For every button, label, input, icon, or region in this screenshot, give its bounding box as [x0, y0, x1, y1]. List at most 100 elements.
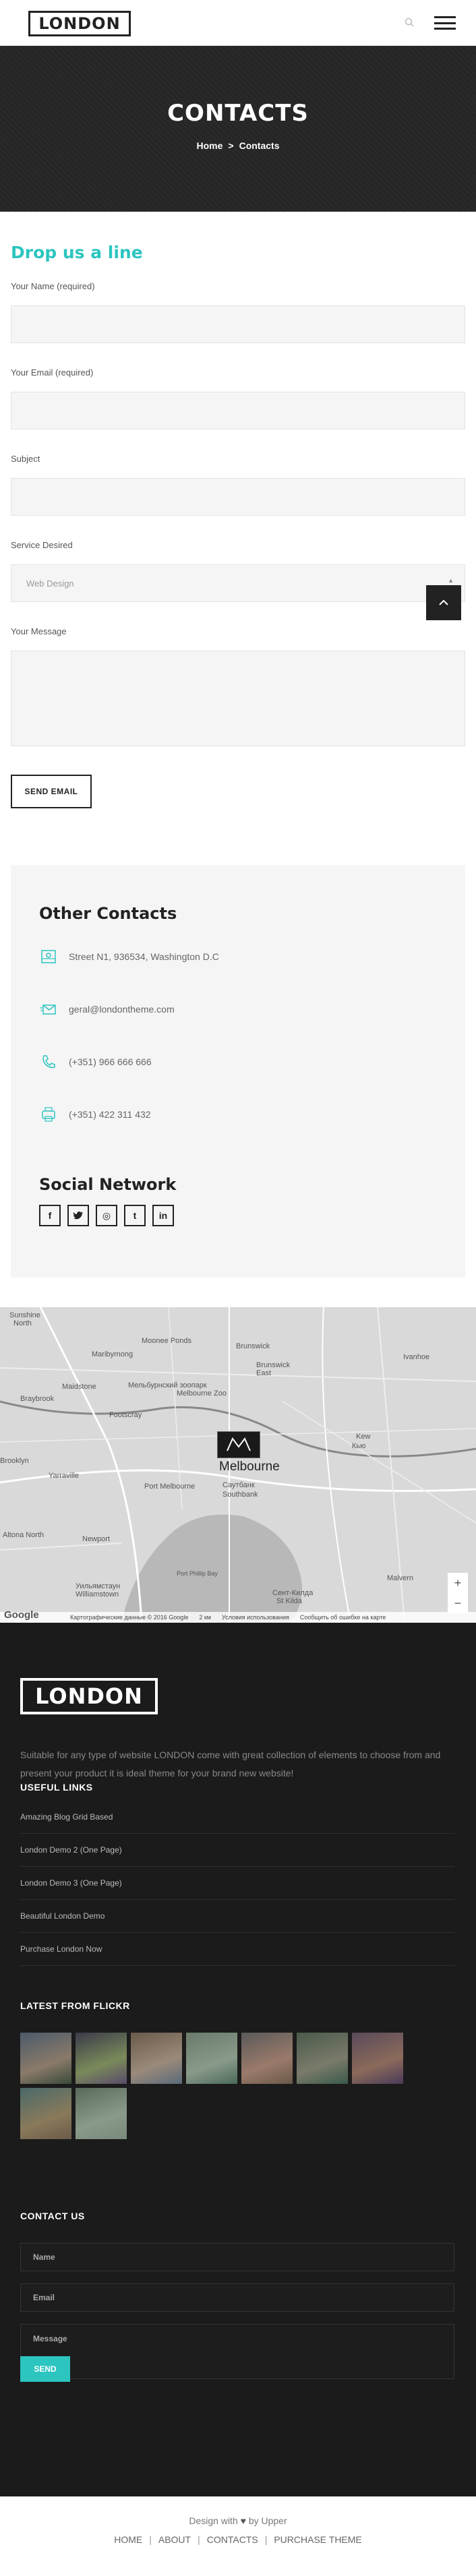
footer-link[interactable]: Purchase London Now [20, 1933, 454, 1966]
bottom-nav-contacts[interactable]: CONTACTS [207, 2534, 258, 2545]
useful-links-title: USEFUL LINKS [20, 1782, 93, 1793]
map-label: Sunshine [9, 1311, 40, 1319]
footer-logo-text: LONDON [35, 1683, 143, 1709]
map-label: Мельбурнский зоопарк [128, 1381, 207, 1389]
map-report-link[interactable]: Сообщить об ошибке на карте [300, 1614, 386, 1621]
phone-text[interactable]: (+351) 966 666 666 [69, 1056, 152, 1067]
map-label: Brooklyn [0, 1457, 29, 1465]
flickr-photo[interactable] [76, 2033, 127, 2084]
message-textarea[interactable] [11, 651, 465, 746]
flickr-title: LATEST FROM FLICKR [20, 2000, 130, 2011]
flickr-photo[interactable] [297, 2033, 348, 2084]
map-label: North [13, 1319, 32, 1327]
bottom-nav-purchase[interactable]: PURCHASE THEME [274, 2534, 361, 2545]
service-select[interactable]: Web Design ▲▼ [11, 564, 465, 602]
phone-icon [42, 1055, 55, 1069]
map-label: Port Melbourne [144, 1482, 196, 1491]
footer-email-input[interactable]: Email [20, 2283, 454, 2312]
search-icon[interactable] [405, 18, 414, 27]
bottom-nav-about[interactable]: ABOUT [158, 2534, 191, 2545]
footer-logo[interactable]: LONDON [20, 1678, 158, 1714]
map-city-label: Melbourne [219, 1460, 280, 1474]
tumblr-icon[interactable]: t [124, 1205, 146, 1226]
subject-input[interactable] [11, 478, 465, 516]
facebook-icon[interactable]: f [39, 1205, 61, 1226]
back-to-top-button[interactable] [426, 585, 461, 620]
zoom-in-button[interactable]: + [448, 1573, 468, 1593]
map-data-credit: Картографические данные © 2016 Google [70, 1614, 189, 1621]
fax-icon [42, 1107, 55, 1122]
flickr-photo[interactable] [76, 2088, 127, 2139]
chevron-up-icon [439, 599, 448, 605]
breadcrumb: Home > Contacts [0, 140, 476, 151]
map-label: Саутбанк [222, 1481, 255, 1489]
page-title: CONTACTS [167, 100, 309, 127]
map-label: Braybrook [20, 1395, 55, 1403]
flickr-gallery [20, 2033, 411, 2139]
breadcrumb-home[interactable]: Home [197, 140, 223, 151]
bottom-bar: Design with ♥ by Upper HOME | ABOUT | CONTAC… [0, 2496, 476, 2576]
dribbble-icon[interactable]: ◎ [96, 1205, 117, 1226]
form-title: Drop us a line [11, 243, 143, 262]
other-contacts-title: Other Contacts [39, 904, 177, 923]
heart-icon: ♥ [240, 2515, 246, 2526]
service-label: Service Desired [11, 540, 73, 550]
flickr-photo[interactable] [241, 2033, 293, 2084]
footer-name-input[interactable]: Name [20, 2243, 454, 2271]
map-label: Melbourne Zoo [177, 1389, 227, 1398]
zoom-out-button[interactable]: − [448, 1593, 468, 1613]
contact-us-title: CONTACT US [20, 2211, 85, 2221]
contact-form: Drop us a line Your Name (required) Your… [0, 212, 476, 808]
site-logo[interactable]: LONDON [28, 11, 131, 36]
footer-send-button[interactable]: SEND [20, 2356, 70, 2382]
map-label: Maidstone [62, 1383, 96, 1391]
map-label: Yarraville [49, 1472, 80, 1480]
map-label: Brunswick [236, 1342, 270, 1350]
breadcrumb-current: Contacts [239, 140, 280, 151]
bottom-nav-home[interactable]: HOME [114, 2534, 142, 2545]
flickr-photo[interactable] [352, 2033, 403, 2084]
map-label: Moonee Ponds [142, 1337, 191, 1345]
footer-link[interactable]: Amazing Blog Grid Based [20, 1801, 454, 1834]
map-label: Brunswick East [256, 1361, 291, 1377]
flickr-photo[interactable] [186, 2033, 237, 2084]
name-label: Your Name (required) [11, 281, 95, 291]
name-input[interactable] [11, 305, 465, 343]
twitter-icon[interactable] [67, 1205, 89, 1226]
phone-row: (+351) 966 666 666 [39, 1051, 437, 1073]
map-location-icon [41, 950, 56, 963]
social-network-title: Social Network [39, 1175, 177, 1194]
flickr-photo[interactable] [131, 2033, 182, 2084]
map-label: Footscray [109, 1411, 142, 1419]
map-marker[interactable] [217, 1431, 260, 1458]
email-row: geral@londontheme.com [39, 998, 437, 1020]
hamburger-menu-icon[interactable] [434, 16, 456, 30]
map-label: St Kilda [276, 1597, 302, 1605]
map-label: Williamstown [76, 1590, 119, 1598]
linkedin-icon[interactable]: in [152, 1205, 174, 1226]
useful-links-list: Amazing Blog Grid Based London Demo 2 (O… [20, 1801, 454, 1966]
email-input[interactable] [11, 392, 465, 429]
map-label: Southbank [222, 1491, 258, 1499]
social-icons: f ◎ t in [39, 1205, 437, 1226]
london-logo-marker-icon [227, 1437, 251, 1451]
credit-suffix[interactable]: by Upper [249, 2515, 287, 2526]
footer-message-textarea[interactable]: Message [20, 2324, 454, 2379]
design-credit: Design with ♥ by Upper [0, 2515, 476, 2526]
google-map[interactable]: Sunshine North Moonee Ponds Brunswick Ma… [0, 1307, 476, 1623]
bottom-nav: HOME | ABOUT | CONTACTS | PURCHASE THEME [114, 2534, 362, 2545]
map-terms-link[interactable]: Условия использования [222, 1614, 289, 1621]
fax-text: (+351) 422 311 432 [69, 1109, 151, 1120]
google-logo: Google [4, 1609, 39, 1621]
map-label: Kew [356, 1433, 371, 1441]
message-label: Your Message [11, 626, 67, 636]
footer-link[interactable]: Beautiful London Demo [20, 1900, 454, 1933]
flickr-photo[interactable] [20, 2088, 71, 2139]
map-label: Port Phillip Bay [177, 1570, 218, 1577]
email-text[interactable]: geral@londontheme.com [69, 1004, 175, 1015]
footer-link[interactable]: London Demo 3 (One Page) [20, 1867, 454, 1900]
footer-description: Suitable for any type of website LONDON … [20, 1749, 441, 1778]
send-email-button[interactable]: SEND EMAIL [11, 775, 92, 808]
flickr-photo[interactable] [20, 2033, 71, 2084]
footer-link[interactable]: London Demo 2 (One Page) [20, 1834, 454, 1867]
